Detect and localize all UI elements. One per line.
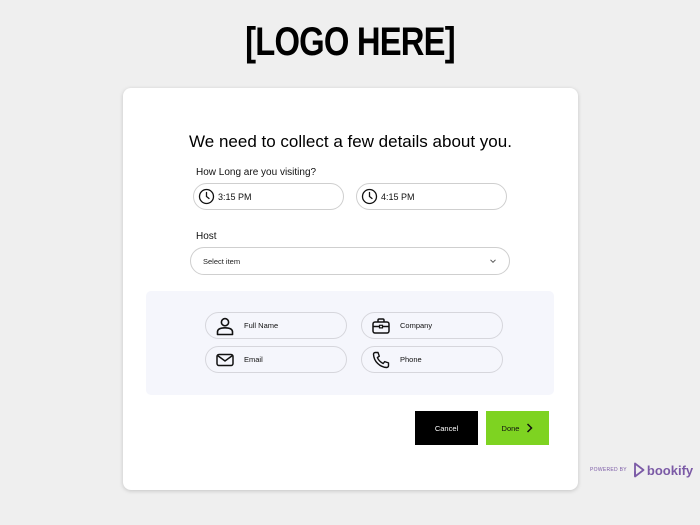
phone-icon bbox=[371, 350, 391, 370]
host-label: Host bbox=[196, 231, 217, 242]
host-select-placeholder: Select item bbox=[203, 256, 241, 266]
phone-label: Phone bbox=[400, 355, 422, 364]
powered-by-footer: POWERED BY bookify bbox=[590, 462, 693, 478]
clock-icon bbox=[198, 188, 215, 205]
done-button-label: Done bbox=[501, 423, 520, 433]
start-time-value: 3:15 PM bbox=[218, 191, 252, 202]
start-time-field[interactable]: 3:15 PM bbox=[193, 183, 344, 210]
email-label: Email bbox=[244, 355, 263, 364]
host-select[interactable]: Select item bbox=[190, 247, 510, 275]
end-time-field[interactable]: 4:15 PM bbox=[356, 183, 507, 210]
bookify-brand: bookify bbox=[633, 462, 693, 478]
chevron-right-icon bbox=[526, 423, 534, 433]
cancel-button-label: Cancel bbox=[434, 423, 459, 433]
company-field[interactable]: Company bbox=[361, 312, 503, 339]
bookify-brand-text: bookify bbox=[646, 462, 694, 478]
company-label: Company bbox=[400, 321, 433, 330]
form-headline: We need to collect a few details about y… bbox=[189, 132, 512, 151]
person-icon bbox=[215, 316, 235, 336]
done-button[interactable]: Done bbox=[486, 411, 549, 445]
visitor-details-panel: Full Name Company Email Phone bbox=[146, 291, 554, 395]
phone-field[interactable]: Phone bbox=[361, 346, 503, 373]
visitor-form-card: We need to collect a few details about y… bbox=[123, 88, 578, 490]
clock-icon bbox=[361, 188, 378, 205]
chevron-down-icon bbox=[489, 257, 497, 265]
briefcase-icon bbox=[371, 316, 391, 336]
end-time-value: 4:15 PM bbox=[381, 191, 415, 202]
full-name-field[interactable]: Full Name bbox=[205, 312, 347, 339]
logo-placeholder: [LOGO HERE] bbox=[245, 20, 455, 64]
bookify-logo-icon bbox=[634, 462, 645, 478]
email-field[interactable]: Email bbox=[205, 346, 347, 373]
full-name-label: Full Name bbox=[244, 321, 279, 330]
envelope-icon bbox=[215, 350, 235, 370]
visit-duration-label: How Long are you visiting? bbox=[196, 167, 317, 178]
cancel-button[interactable]: Cancel bbox=[415, 411, 478, 445]
powered-by-label: POWERED BY bbox=[590, 467, 627, 473]
